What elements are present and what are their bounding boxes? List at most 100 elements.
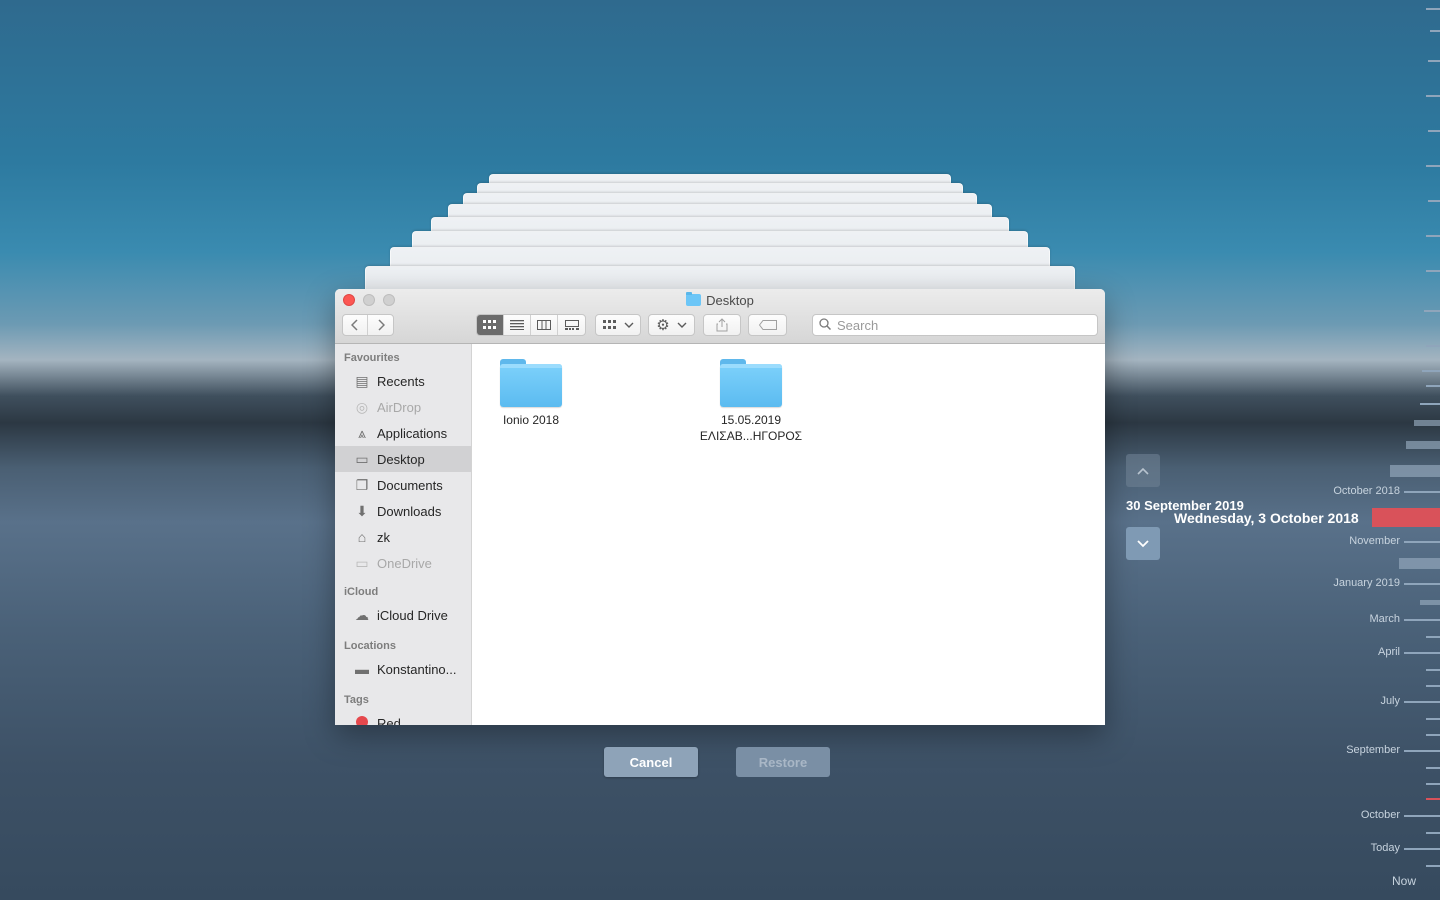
sidebar-item-desktop[interactable]: ▭ Desktop	[335, 446, 471, 472]
sidebar-item-label: AirDrop	[377, 399, 422, 415]
timeline-label-now[interactable]: Now	[1392, 874, 1416, 888]
timeline-label[interactable]: January 2019	[1333, 577, 1400, 589]
timeline-tick	[1404, 815, 1440, 817]
list-view-button[interactable]	[504, 315, 531, 335]
cancel-button[interactable]: Cancel	[604, 747, 698, 777]
forward-button[interactable]	[368, 315, 393, 335]
folder-item[interactable]: Ionio 2018	[471, 359, 591, 427]
timeline-tick	[1404, 652, 1440, 654]
sidebar-item-label: Applications	[377, 425, 448, 441]
timeline-label[interactable]: March	[1369, 613, 1400, 625]
home-icon: ⌂	[357, 529, 367, 545]
gear-icon: ⚙	[656, 317, 670, 334]
sidebar-item-airdrop[interactable]: ◎ AirDrop	[335, 394, 471, 420]
icon-view-button[interactable]	[477, 315, 504, 335]
file-browser-area: Ionio 2018 15.05.2019 ΕΛΙΣΑΒ...ΗΓΟΡΟΣ	[473, 344, 1105, 725]
chevron-right-icon	[377, 319, 385, 331]
sidebar-item-applications[interactable]: ⩓ Applications	[335, 420, 471, 446]
current-snapshot-date: Wednesday, 3 October 2018	[1174, 510, 1359, 526]
search-placeholder: Search	[837, 317, 879, 333]
nav-buttons	[342, 314, 394, 336]
sidebar-item-label: Downloads	[377, 503, 442, 519]
folder-name: Ionio 2018	[502, 413, 560, 427]
sidebar-item-downloads[interactable]: ⬇ Downloads	[335, 498, 471, 524]
group-by-button[interactable]	[595, 314, 641, 336]
timeline-tick	[1426, 685, 1440, 687]
timeline-label[interactable]: September	[1346, 744, 1400, 756]
restore-button[interactable]: Restore	[736, 747, 830, 777]
sidebar-item-label: iCloud Drive	[377, 607, 448, 623]
chevron-up-icon	[1137, 467, 1149, 475]
older-snapshot-button[interactable]	[1126, 454, 1160, 487]
timeline-tick	[1426, 270, 1440, 272]
grid-icon	[483, 320, 496, 329]
timeline-block	[1399, 558, 1440, 569]
timeline-tick	[1426, 734, 1440, 736]
column-view-button[interactable]	[531, 315, 558, 335]
documents-icon: ❐	[355, 476, 369, 493]
newer-snapshot-button[interactable]	[1126, 527, 1160, 560]
timeline-tick	[1426, 669, 1440, 671]
timeline-label[interactable]: November	[1349, 535, 1400, 547]
sidebar-item-icloud-drive[interactable]: ☁ iCloud Drive	[335, 602, 471, 628]
gallery-view-button[interactable]	[558, 315, 585, 335]
search-field[interactable]: Search	[812, 314, 1098, 336]
sidebar-item-documents[interactable]: ❐ Documents	[335, 472, 471, 498]
folder-icon	[720, 359, 782, 407]
timeline-tick	[1426, 95, 1440, 97]
timeline-tick	[1426, 636, 1440, 638]
desktop-icon: ▭	[355, 450, 369, 467]
sidebar-heading-icloud: iCloud	[344, 586, 379, 598]
search-icon	[819, 317, 832, 333]
folder-icon: ▭	[355, 554, 369, 571]
timeline-tick	[1404, 619, 1440, 621]
timeline-tick	[1426, 235, 1440, 237]
tag-button[interactable]	[748, 314, 787, 336]
timeline-tick	[1428, 130, 1440, 132]
laptop-icon: ▬	[355, 661, 369, 677]
sidebar-item-recents[interactable]: ▤ Recents	[335, 368, 471, 394]
sidebar-item-label: Documents	[377, 477, 443, 493]
timeline-label[interactable]: July	[1380, 695, 1400, 707]
view-mode-selector	[476, 314, 586, 336]
timeline-label[interactable]: April	[1378, 646, 1400, 658]
timeline-tick	[1404, 701, 1440, 703]
gallery-icon	[564, 320, 579, 330]
timeline-tick	[1426, 767, 1440, 769]
timeline-tick	[1426, 832, 1440, 834]
sidebar-item-home[interactable]: ⌂ zk	[335, 524, 471, 550]
folder-icon	[500, 359, 562, 407]
timeline-block	[1414, 420, 1440, 426]
recents-icon: ▤	[355, 372, 369, 389]
share-button[interactable]	[703, 314, 741, 336]
chevron-left-icon	[351, 319, 358, 331]
sidebar-item-onedrive[interactable]: ▭ OneDrive	[335, 550, 471, 576]
timeline-label[interactable]: Today	[1371, 842, 1400, 854]
red-tag-dot-icon	[353, 715, 371, 725]
chevron-down-icon	[1137, 539, 1149, 547]
sidebar-item-label: Recents	[377, 373, 425, 389]
folder-name-line2: ΕΛΙΣΑΒ...ΗΓΟΡΟΣ	[699, 429, 803, 443]
window-title: Desktop	[335, 292, 1105, 308]
sidebar-item-tag-red[interactable]: Red	[335, 710, 471, 725]
window-title-text: Desktop	[706, 293, 754, 308]
timeline-tick	[1404, 750, 1440, 752]
timeline-tick	[1426, 865, 1440, 867]
action-button[interactable]: ⚙	[648, 314, 695, 336]
timeline-tick	[1404, 491, 1440, 493]
sidebar-item-computer[interactable]: ▬ Konstantino...	[335, 656, 471, 682]
folder-item[interactable]: 15.05.2019 ΕΛΙΣΑΒ...ΗΓΟΡΟΣ	[691, 359, 811, 443]
timeline-tick	[1426, 718, 1440, 720]
timeline-tick	[1422, 370, 1440, 372]
timeline-label[interactable]: October 2018	[1333, 485, 1400, 497]
back-button[interactable]	[343, 315, 368, 335]
share-icon	[716, 318, 728, 332]
columns-icon	[537, 320, 551, 330]
timeline-tick	[1404, 583, 1440, 585]
downloads-icon: ⬇	[356, 502, 368, 519]
timeline-tick	[1428, 200, 1440, 202]
folder-name: 15.05.2019	[720, 413, 782, 427]
timeline-tick	[1426, 385, 1440, 387]
timeline-label[interactable]: October	[1361, 809, 1400, 821]
timeline-tick	[1426, 8, 1440, 10]
